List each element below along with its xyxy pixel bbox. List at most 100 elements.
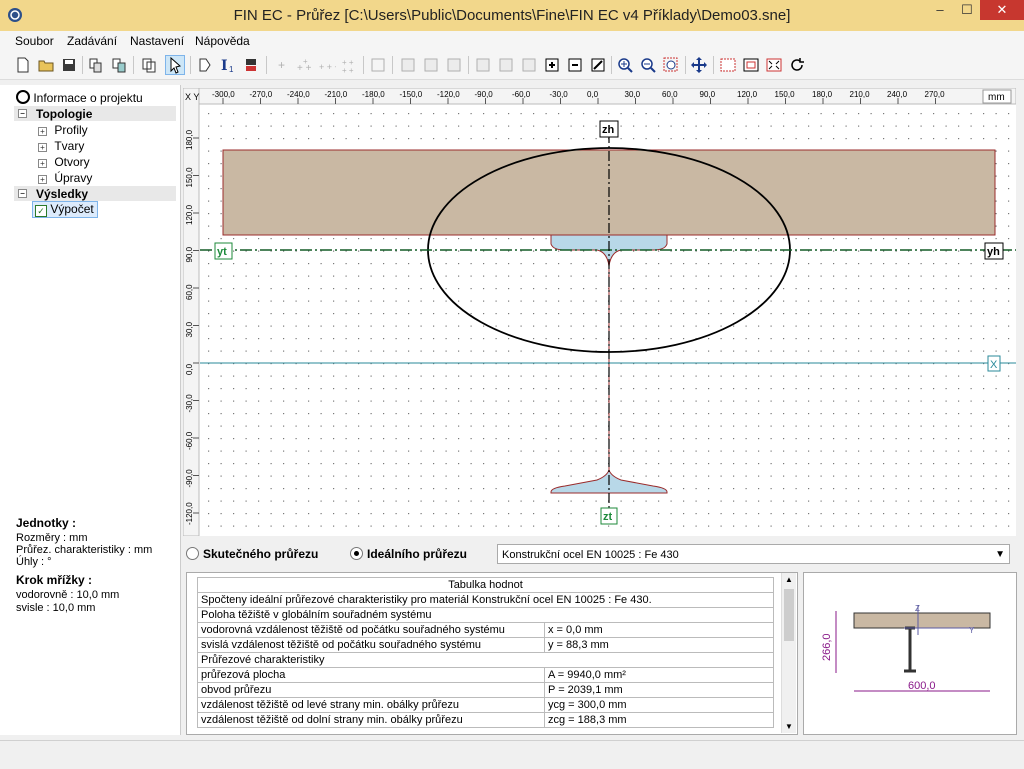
tree-item-profily[interactable]: + Profily (38, 123, 88, 137)
x-tick-label: 60,0 (662, 90, 678, 99)
material-value: Konstrukční ocel EN 10025 : Fe 430 (502, 549, 679, 561)
zoom-out-icon[interactable] (639, 56, 657, 74)
add-points-grid-icon[interactable]: + ++ + (341, 56, 359, 74)
new-file-icon[interactable] (14, 56, 32, 74)
zoom-window-icon[interactable] (662, 56, 680, 74)
pan-icon[interactable] (690, 56, 708, 74)
copy-view-icon[interactable] (140, 56, 158, 74)
collapse-icon[interactable]: − (18, 109, 27, 118)
x-tick-label: 150,0 (775, 90, 796, 99)
table-row: Poloha těžiště v globálním souřadném sys… (197, 607, 774, 623)
select-box-icon[interactable] (719, 56, 737, 74)
scroll-up-icon[interactable]: ▲ (785, 575, 793, 584)
title-bar: FIN EC - Průřez [C:\Users\Public\Documen… (0, 0, 1024, 32)
tree-item-otvory[interactable]: + Otvory (38, 155, 90, 169)
expand-icon[interactable]: + (38, 159, 47, 168)
menu-soubor[interactable]: Soubor (15, 34, 54, 48)
circle-icon (16, 90, 30, 104)
tree-group-label: Výsledky (36, 187, 89, 201)
zoom-in-icon[interactable] (616, 56, 634, 74)
fill-icon[interactable] (589, 56, 607, 74)
tree-item-tvary[interactable]: + Tvary (38, 139, 84, 153)
toolbar-separator (133, 56, 134, 74)
close-button[interactable]: ✕ (980, 0, 1024, 20)
tree-item-project-info[interactable]: Informace o projektu (16, 90, 143, 105)
x-tick-label: 240,0 (887, 90, 908, 99)
table-row: obvod průřezu P = 2039,1 mm (197, 682, 774, 698)
toolbar-separator (685, 56, 686, 74)
tree-label: Informace o projektu (33, 91, 143, 105)
add-points-icon[interactable]: + ++ (295, 56, 313, 74)
frame-icon[interactable] (742, 56, 760, 74)
expand-icon[interactable]: + (38, 127, 47, 136)
toolbar: I1 + + ++ + + + + ++ + (0, 52, 1024, 80)
toolbar-separator (468, 56, 469, 74)
text-icon[interactable] (196, 56, 214, 74)
tree-item-upravy[interactable]: + Úpravy (38, 171, 92, 185)
minus-icon[interactable] (497, 56, 515, 74)
table-cell: Spočteny ideální průřezové charakteristi… (197, 592, 774, 608)
table-value: A = 9940,0 mm² (544, 667, 774, 683)
table-value: x = 0,0 mm (544, 622, 774, 638)
dimension-icon[interactable]: I1 (219, 56, 237, 74)
add-points-row-icon[interactable]: + + + (318, 56, 336, 74)
expand-icon[interactable]: + (38, 143, 47, 152)
refresh-icon[interactable] (788, 56, 806, 74)
radio-ideal-section[interactable]: Ideálního průřezu (350, 547, 467, 561)
merge-icon[interactable] (543, 56, 561, 74)
chevron-down-icon[interactable]: ▼ (995, 545, 1005, 565)
eraser-icon[interactable] (242, 56, 260, 74)
tree-group-label: Topologie (36, 107, 93, 121)
x-tick-label: 270,0 (925, 90, 946, 99)
drawing-canvas[interactable]: -300,0 -270,0 -240,0 -210,0 -180,0 -150,0 -120… (183, 88, 1016, 536)
y-tick-label: 120,0 (185, 204, 194, 225)
fit-icon[interactable] (765, 56, 783, 74)
x-tick-label: -210,0 (325, 90, 348, 99)
mark-icon[interactable] (520, 56, 538, 74)
menu-napoveda[interactable]: Nápověda (195, 34, 250, 48)
add-point-icon[interactable]: + (272, 56, 290, 74)
tree-label: Úpravy (54, 171, 93, 185)
scroll-down-icon[interactable]: ▼ (785, 722, 793, 731)
add-section-icon[interactable] (399, 56, 417, 74)
save-icon[interactable] (60, 56, 78, 74)
split-icon[interactable] (566, 56, 584, 74)
window-title: FIN EC - Průřez [C:\Users\Public\Documen… (233, 7, 791, 24)
remove-section-icon[interactable] (422, 56, 440, 74)
minimize-button[interactable]: – (927, 0, 953, 20)
ruler-corner: X Y (185, 92, 199, 102)
menu-bar: Soubor Zadávání Nastavení Nápověda (0, 31, 1024, 52)
preview-z-label: Z (915, 604, 920, 613)
snap-icon[interactable] (369, 56, 387, 74)
x-tick-label: 180,0 (812, 90, 833, 99)
pointer-icon[interactable] (165, 55, 185, 75)
vertical-scrollbar[interactable]: ▲ ▼ (781, 573, 796, 733)
tree-item-vypocet[interactable]: ✓ Výpočet (32, 201, 98, 218)
preview-y-label: Y (969, 626, 975, 635)
table-row: vzdálenost těžiště od dolní strany min. … (197, 712, 774, 728)
x-tick-label: -90,0 (475, 90, 494, 99)
y-tick-label: -120,0 (185, 502, 194, 525)
menu-nastaveni[interactable]: Nastavení (130, 34, 184, 48)
paste-icon[interactable] (110, 56, 128, 74)
preview-height-label: 266,0 (821, 633, 833, 661)
table-header: Tabulka hodnot (197, 577, 774, 593)
units-props: Průřez. charakteristiky : mm (16, 544, 153, 556)
expand-icon[interactable]: + (38, 175, 47, 184)
material-select[interactable]: Konstrukční ocel EN 10025 : Fe 430 ▼ (497, 544, 1010, 564)
plus-icon[interactable] (474, 56, 492, 74)
radio-real-section[interactable]: Skutečného průřezu (186, 547, 318, 561)
x-tick-label: -240,0 (287, 90, 310, 99)
menu-zadavani[interactable]: Zadávání (67, 34, 117, 48)
tree-group-topology[interactable]: − Topologie (14, 106, 176, 121)
status-bar (0, 740, 1024, 769)
restore-button[interactable]: ☐ (954, 0, 980, 20)
checkbox-icon: ✓ (35, 205, 47, 217)
toolbar-separator (363, 56, 364, 74)
collapse-icon[interactable]: − (18, 189, 27, 198)
open-folder-icon[interactable] (37, 56, 55, 74)
copy-icon[interactable] (87, 56, 105, 74)
tree-group-results[interactable]: − Výsledky (14, 186, 176, 201)
scrollbar-thumb[interactable] (784, 589, 794, 641)
star-icon[interactable] (445, 56, 463, 74)
